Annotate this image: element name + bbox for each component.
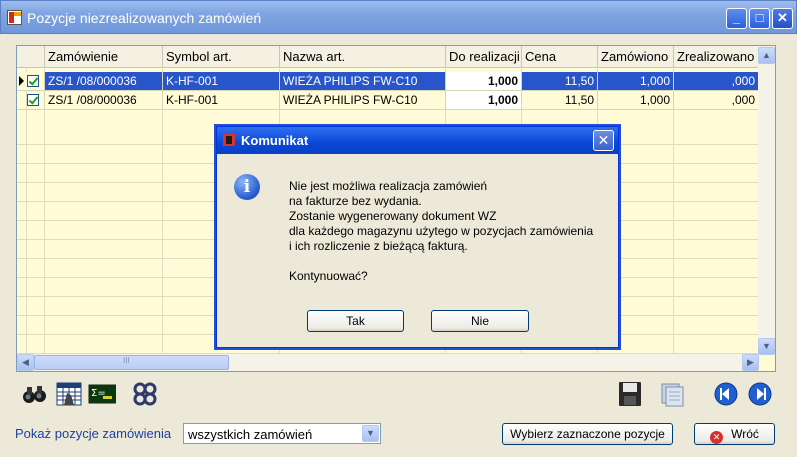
horizontal-scroll-thumb[interactable]: III xyxy=(34,355,229,370)
prev-icon[interactable] xyxy=(712,381,740,407)
row-checkbox[interactable] xyxy=(27,94,39,106)
cell-zamowienie[interactable]: ZS/1 /08/000036 xyxy=(45,91,163,110)
vertical-scrollbar[interactable]: ▲ ▼ xyxy=(758,46,775,355)
chevron-down-icon[interactable]: ▼ xyxy=(362,425,379,442)
scroll-thumb-grip: III xyxy=(123,356,130,365)
title-bar[interactable]: Pozycje niezrealizowanych zamówień _ □ ✕ xyxy=(0,0,797,34)
grid-header: Zamówienie Symbol art. Nazwa art. Do rea… xyxy=(17,46,775,68)
cell-zamowienie[interactable]: ZS/1 /08/000036 xyxy=(45,72,163,91)
header-zamowiono[interactable]: Zamówiono xyxy=(598,46,674,67)
header-symbol[interactable]: Symbol art. xyxy=(163,46,280,67)
header-cena[interactable]: Cena xyxy=(522,46,598,67)
cell-zamowiono[interactable]: 1,000 xyxy=(598,91,674,110)
scroll-down-icon[interactable]: ▼ xyxy=(758,338,775,355)
binoculars-icon[interactable] xyxy=(20,381,48,407)
cell-cena[interactable]: 11,50 xyxy=(522,72,598,91)
header-zrealizowano[interactable]: Zrealizowano xyxy=(674,46,759,67)
header-check-column xyxy=(17,46,45,67)
select-checked-button[interactable]: Wybierz zaznaczone pozycje xyxy=(502,423,673,445)
current-row-arrow-icon xyxy=(19,76,24,86)
link-icon[interactable] xyxy=(131,381,159,407)
scroll-right-icon[interactable]: ▶ xyxy=(742,354,759,371)
message-dialog: Komunikat ✕ i Nie jest możliwa realizacj… xyxy=(216,126,619,348)
cell-nazwa[interactable]: WIEŻA PHILIPS FW-C10 xyxy=(280,91,446,110)
cell-symbol[interactable]: K-HF-001 xyxy=(163,72,280,91)
back-button[interactable]: ✕ Wróć xyxy=(694,423,775,445)
back-label: Wróć xyxy=(731,427,759,441)
window-title: Pozycje niezrealizowanych zamówień xyxy=(27,10,262,26)
back-icon: ✕ xyxy=(710,431,724,444)
sum-icon[interactable]: Σ= xyxy=(88,381,116,407)
header-nazwa[interactable]: Nazwa art. xyxy=(280,46,446,67)
copy-icon[interactable] xyxy=(659,381,687,407)
scroll-left-icon[interactable]: ◀ xyxy=(17,354,34,371)
cell-symbol[interactable]: K-HF-001 xyxy=(163,91,280,110)
minimize-button[interactable]: _ xyxy=(726,8,747,29)
filter-select-value: wszystkich zamówień xyxy=(188,427,313,442)
table-row[interactable]: ZS/1 /08/000036 K-HF-001 WIEŻA PHILIPS F… xyxy=(17,91,759,110)
cell-zrealizowano[interactable]: ,000 xyxy=(674,72,759,91)
select-checked-label: Wybierz zaznaczone pozycje xyxy=(510,427,665,441)
maximize-button[interactable]: □ xyxy=(749,8,770,29)
header-zamowienie[interactable]: Zamówienie xyxy=(45,46,163,67)
row-checkbox[interactable] xyxy=(27,75,39,87)
dialog-title: Komunikat xyxy=(241,133,309,148)
yes-button[interactable]: Tak xyxy=(307,310,404,332)
yes-button-label: Tak xyxy=(346,314,365,328)
horizontal-scrollbar[interactable]: ◀ III ▶ xyxy=(17,354,759,371)
table-icon[interactable] xyxy=(55,381,83,407)
close-button[interactable]: ✕ xyxy=(772,8,793,29)
info-icon: i xyxy=(234,174,260,200)
table-row[interactable]: ZS/1 /08/000036 K-HF-001 WIEŻA PHILIPS F… xyxy=(17,72,759,91)
scroll-up-icon[interactable]: ▲ xyxy=(758,47,775,64)
cell-zrealizowano[interactable]: ,000 xyxy=(674,91,759,110)
cell-do-realizacji[interactable]: 1,000 xyxy=(446,91,522,110)
cell-nazwa[interactable]: WIEŻA PHILIPS FW-C10 xyxy=(280,72,446,91)
no-button[interactable]: Nie xyxy=(431,310,529,332)
row-indicator-cell[interactable] xyxy=(17,72,45,91)
dialog-message: Nie jest możliwa realizacja zamówień na … xyxy=(289,179,594,283)
no-button-label: Nie xyxy=(470,314,489,328)
header-do-realizacji[interactable]: Do realizacji xyxy=(446,46,522,67)
app-logo-icon xyxy=(223,134,235,146)
filter-select[interactable]: wszystkich zamówień ▼ xyxy=(183,423,381,444)
row-indicator-cell[interactable] xyxy=(17,91,45,110)
save-icon[interactable] xyxy=(616,381,644,407)
app-icon xyxy=(7,10,22,25)
cell-cena[interactable]: 11,50 xyxy=(522,91,598,110)
cell-do-realizacji[interactable]: 1,000 xyxy=(446,72,522,91)
next-icon[interactable] xyxy=(746,381,774,407)
dialog-title-bar[interactable]: Komunikat ✕ xyxy=(217,127,618,154)
filter-label: Pokaż pozycje zamówienia xyxy=(15,426,172,441)
dialog-close-icon[interactable]: ✕ xyxy=(593,130,614,151)
cell-zamowiono[interactable]: 1,000 xyxy=(598,72,674,91)
